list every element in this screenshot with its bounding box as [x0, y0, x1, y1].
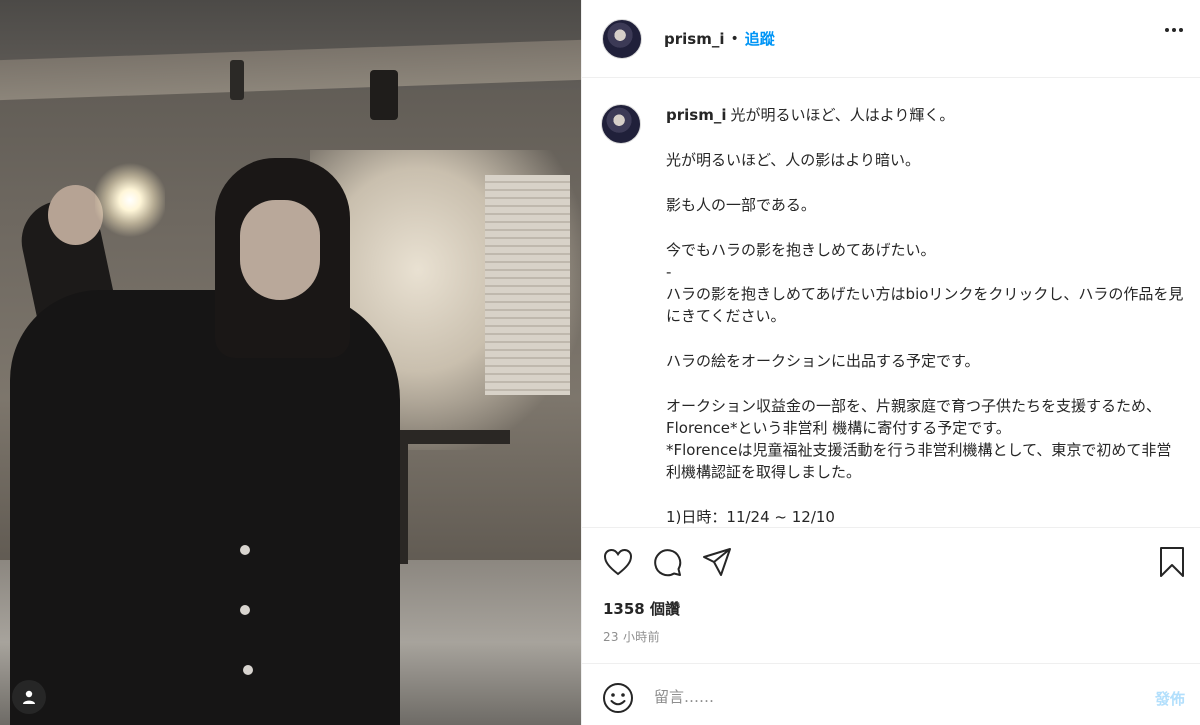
post-actions: 1358 個讚 23 小時前 [582, 527, 1200, 663]
header-username[interactable]: prism_i [664, 30, 724, 48]
photo-sparkler [95, 160, 165, 240]
more-horizontal-icon[interactable] [1165, 28, 1183, 32]
photo-person-face [240, 200, 320, 300]
avatar[interactable] [602, 18, 642, 59]
caption-first-line: prism_i 光が明るいほど、人はより輝く。 [666, 104, 1186, 126]
caption-paragraph: 1)日時：11/24 ~ 12/10 [666, 508, 835, 526]
caption-paragraph: ハラの絵をオークションに出品する予定です。 [666, 352, 980, 370]
photo-table-leg [400, 444, 408, 564]
photo-pajama-button [240, 545, 250, 555]
caption-scroll-area[interactable]: prism_i 光が明るいほど、人はより輝く。 光が明るいほど、人の影はより暗い。… [582, 78, 1200, 527]
caption-separator: - [666, 263, 672, 281]
photo-window-blind [485, 175, 570, 395]
photo-spot-lamp [370, 70, 398, 120]
caption-paragraph: オークション収益金の一部を、片親家庭で育つ子供たちを支援するため、 Floren… [666, 397, 1162, 437]
share-icon[interactable] [701, 546, 733, 578]
photo-track-light [230, 60, 244, 100]
caption-text: prism_i 光が明るいほど、人はより輝く。 光が明るいほど、人の影はより暗い。… [666, 104, 1186, 527]
photo-pajama-button [240, 605, 250, 615]
caption-paragraph: 光が明るいほど、人の影はより暗い。 [666, 151, 920, 169]
caption-paragraph: 今でもハラの影を抱きしめてあげたい。 [666, 241, 936, 259]
caption-paragraph: *Florenceは児童福祉支援活動を行う非営利機構として、東京で初めて非営利機… [666, 441, 1172, 481]
comment-input[interactable] [654, 682, 1104, 712]
caption-paragraph: 影も人の一部である。 [666, 196, 816, 214]
photo-pajama-button [243, 665, 253, 675]
caption-first-line-text: 光が明るいほど、人はより輝く。 [730, 106, 955, 124]
comment-icon[interactable] [651, 546, 683, 578]
like-count[interactable]: 1358 個讚 [603, 598, 680, 619]
caption-paragraph: ハラの影を抱きしめてあげたい方はbioリンクをクリックし、ハラの作品を見にきてく… [666, 285, 1184, 325]
bookmark-icon[interactable] [1156, 546, 1188, 578]
header-separator-dot: • [730, 30, 739, 47]
comment-bar: 發佈 [582, 663, 1200, 725]
heart-icon[interactable] [602, 546, 634, 578]
user-tag-icon[interactable] [12, 680, 46, 714]
follow-button[interactable]: 追蹤 [745, 28, 775, 49]
post-timestamp[interactable]: 23 小時前 [603, 628, 660, 645]
post-photo[interactable] [0, 0, 581, 725]
photo-person-body [10, 290, 400, 725]
caption-username[interactable]: prism_i [666, 106, 726, 124]
post-detail-pane: prism_i • 追蹤 prism_i 光が明るいほど、人はより輝く。 光が明る… [581, 0, 1200, 725]
avatar[interactable] [601, 104, 641, 144]
post-comment-button[interactable]: 發佈 [1155, 688, 1185, 709]
emoji-icon[interactable] [602, 682, 634, 714]
post-header: prism_i • 追蹤 [582, 0, 1200, 78]
